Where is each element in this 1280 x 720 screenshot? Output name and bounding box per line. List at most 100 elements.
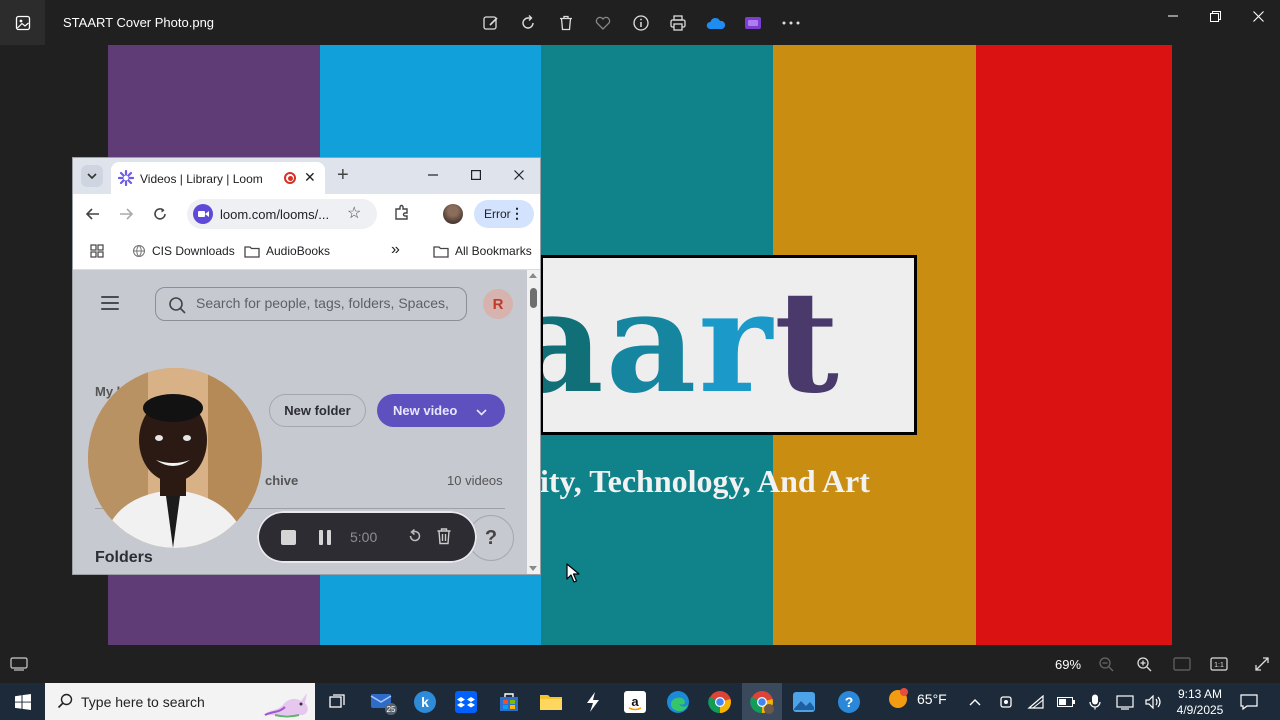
camera-bubble[interactable]: [88, 368, 262, 548]
back-icon[interactable]: [82, 203, 104, 225]
onedrive-icon[interactable]: [697, 0, 735, 45]
search-icon: [57, 693, 73, 714]
tab-title: Videos | Library | Loom: [140, 172, 263, 186]
chrome-profile-window-icon[interactable]: [748, 688, 776, 716]
forward-icon[interactable]: [115, 203, 137, 225]
zoom-in-icon[interactable]: [1134, 654, 1154, 674]
hamburger-menu-icon[interactable]: [101, 296, 119, 310]
more-bookmarks-icon[interactable]: »: [391, 241, 400, 259]
store-icon[interactable]: [495, 688, 523, 716]
logo-box: aart: [540, 255, 917, 435]
delete-icon[interactable]: [547, 0, 585, 45]
bookmark-audiobooks[interactable]: AudioBooks: [244, 244, 330, 258]
volume-icon[interactable]: [1145, 693, 1163, 711]
more-icon[interactable]: [772, 0, 810, 45]
tab-search-chevron-icon[interactable]: [81, 165, 103, 187]
photos-taskbar-icon[interactable]: [790, 688, 818, 716]
reload-icon[interactable]: [149, 203, 171, 225]
edit-image-icon[interactable]: [472, 0, 510, 45]
profile-error-chip[interactable]: Error ⋮: [474, 200, 534, 228]
weather-widget[interactable]: 65°F: [887, 688, 947, 710]
address-bar[interactable]: loom.com/looms/... ☆: [187, 199, 377, 229]
tab-close-icon[interactable]: ✕: [304, 169, 316, 186]
photos-app-icon[interactable]: [0, 0, 45, 45]
actual-size-icon[interactable]: 1:1: [1209, 654, 1229, 674]
extensions-icon[interactable]: [393, 203, 411, 226]
restart-recording-icon[interactable]: [407, 528, 423, 549]
scroll-up-icon[interactable]: [529, 273, 537, 278]
apps-grid-icon[interactable]: [90, 244, 104, 258]
weather-temp: 65°F: [917, 691, 947, 707]
system-clock[interactable]: 9:13 AM 4/9/2025: [1172, 686, 1228, 718]
delete-recording-icon[interactable]: [436, 527, 452, 550]
amazon-icon[interactable]: a: [621, 688, 649, 716]
loom-favicon-icon: [117, 169, 135, 191]
loom-search-input[interactable]: [196, 295, 461, 311]
fit-to-window-icon[interactable]: [1172, 654, 1192, 674]
dropbox-icon[interactable]: [452, 688, 480, 716]
chrome-profile-avatar[interactable]: [443, 204, 463, 224]
weather-sun-icon: [889, 688, 908, 708]
chrome-maximize-icon[interactable]: [464, 164, 488, 186]
logo-text: aart: [543, 261, 841, 425]
bookmark-cis-downloads[interactable]: CIS Downloads: [132, 244, 235, 258]
zoom-out-icon[interactable]: [1096, 654, 1116, 674]
chrome-menu-icon[interactable]: ⋮: [510, 205, 524, 222]
loom-scrollbar[interactable]: [527, 270, 540, 574]
new-folder-button[interactable]: New folder: [269, 394, 366, 427]
print-icon[interactable]: [660, 0, 698, 45]
microphone-icon[interactable]: [1086, 693, 1104, 711]
display-icon[interactable]: [1116, 693, 1134, 711]
fullscreen-icon[interactable]: [1252, 654, 1272, 674]
folders-heading: Folders: [95, 549, 153, 566]
windows-start-icon[interactable]: [0, 683, 45, 720]
pause-recording-icon[interactable]: [319, 530, 331, 545]
close-icon[interactable]: [1237, 0, 1280, 32]
scroll-down-icon[interactable]: [529, 566, 537, 571]
chevron-down-icon: [476, 404, 487, 419]
bolt-app-icon[interactable]: [579, 688, 607, 716]
mouse-cursor-icon: [566, 563, 580, 588]
file-explorer-icon[interactable]: [537, 688, 565, 716]
tab-loom-library[interactable]: Videos | Library | Loom ✕: [111, 162, 325, 194]
new-tab-icon[interactable]: +: [337, 165, 349, 185]
chrome-close-icon[interactable]: [507, 164, 531, 186]
archive-tab[interactable]: chive: [265, 473, 298, 488]
edge-icon[interactable]: [664, 688, 692, 716]
meet-now-icon[interactable]: [997, 693, 1015, 711]
user-avatar[interactable]: R: [483, 289, 513, 319]
scroll-thumb[interactable]: [530, 288, 537, 308]
minimize-icon[interactable]: [1151, 0, 1194, 32]
bookmarks-bar: CIS Downloads AudioBooks » All Bookmarks: [73, 234, 540, 270]
notifications-icon[interactable]: [1240, 693, 1258, 711]
battery-icon[interactable]: [1057, 693, 1075, 711]
k-app-icon[interactable]: k: [411, 688, 439, 716]
filmstrip-icon[interactable]: [9, 654, 29, 674]
stop-recording-icon[interactable]: [281, 530, 296, 545]
favorite-icon[interactable]: [585, 0, 623, 45]
help-app-icon[interactable]: ?: [835, 688, 863, 716]
info-icon[interactable]: [622, 0, 660, 45]
show-hidden-icons-chevron-icon[interactable]: [966, 693, 984, 711]
svg-text:k: k: [421, 694, 429, 710]
bookmark-label: All Bookmarks: [455, 244, 532, 258]
new-video-label: New video: [393, 403, 458, 418]
loom-search[interactable]: [155, 287, 467, 321]
network-icon[interactable]: [1027, 693, 1045, 711]
site-info-icon[interactable]: [193, 204, 213, 224]
restore-icon[interactable]: [1194, 0, 1237, 32]
folder-icon: [433, 245, 449, 258]
taskbar-search-input[interactable]: [81, 694, 261, 710]
photos-titlebar: STAART Cover Photo.png: [0, 0, 1280, 45]
chrome-icon[interactable]: [706, 688, 734, 716]
chrome-minimize-icon[interactable]: [421, 164, 445, 186]
clipchamp-icon[interactable]: [735, 0, 773, 45]
bookmark-star-icon[interactable]: ☆: [347, 203, 361, 223]
taskbar-search[interactable]: [45, 683, 315, 720]
task-view-icon[interactable]: [323, 688, 351, 716]
new-video-button[interactable]: New video: [377, 394, 505, 427]
bookmark-all-bookmarks[interactable]: All Bookmarks: [433, 244, 532, 258]
rotate-icon[interactable]: [510, 0, 548, 45]
mail-app-icon[interactable]: 25: [369, 688, 397, 716]
recording-indicator-icon: [284, 172, 296, 184]
